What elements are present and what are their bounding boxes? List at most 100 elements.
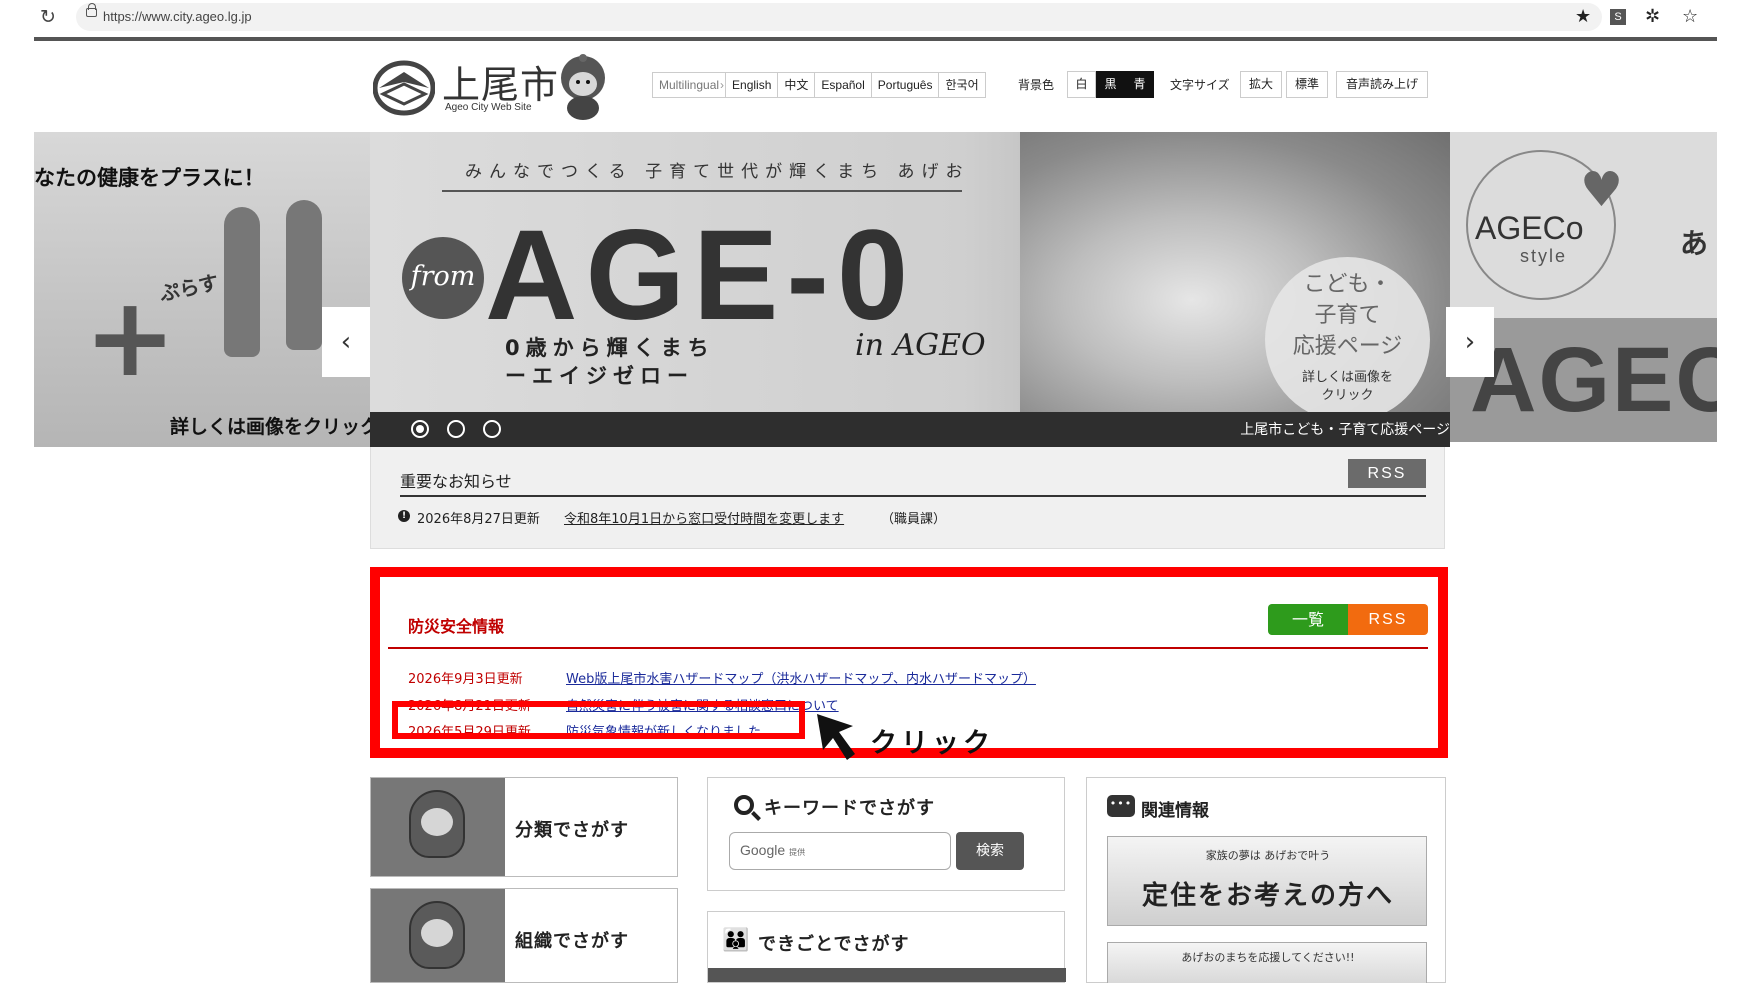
bg-black-button[interactable]: 黒 <box>1096 71 1125 98</box>
organization-search-label: 組織でさがす <box>515 931 629 952</box>
badge-line: 応援ページ <box>1292 334 1403 359</box>
speech-button[interactable]: 音声読み上げ <box>1336 71 1428 98</box>
carousel-slide-ageco[interactable]: ♥ AGECo style あ AGEC <box>1450 132 1717 442</box>
in-ageo-text: in AGEO <box>855 328 986 363</box>
ageco-style: style <box>1520 246 1568 266</box>
info-icon: ! <box>398 510 410 522</box>
disaster-list-button[interactable]: 一覧 <box>1268 604 1348 635</box>
notice-department: （職員課） <box>881 512 947 527</box>
search-input[interactable]: Google 提供 <box>729 832 951 870</box>
reload-icon[interactable]: ↻ <box>40 6 56 28</box>
chat-bubble-icon: ••• <box>1107 795 1135 817</box>
notice-divider <box>400 495 1426 497</box>
extensions-puzzle-icon[interactable]: ✲ <box>1645 6 1660 27</box>
from-badge: from <box>402 237 484 319</box>
font-standard-button[interactable]: 標準 <box>1286 71 1328 98</box>
age0-logo-text: AGE-0 <box>485 204 917 347</box>
lang-korean[interactable]: 한국어 <box>939 73 984 97</box>
carousel-slide-age0[interactable]: みんなでつくる 子育て世代が輝くまち あげお from AGE-0 0歳から輝く… <box>370 132 1450 447</box>
carousel-slide-health[interactable]: なたの健康をプラスに！ + ぷらす 詳しくは画像をクリック <box>34 132 370 447</box>
city-emblem-icon[interactable] <box>373 60 435 116</box>
lock-icon[interactable] <box>86 3 97 17</box>
support-page-badge: こども・ 子育て 応援ページ 詳しくは画像を クリック <box>1265 257 1430 422</box>
life-event-search-title: できごとでさがす <box>758 934 910 955</box>
organization-search-card[interactable]: 組織でさがす <box>370 888 678 983</box>
tagline-rule <box>442 190 962 192</box>
life-event-search-card[interactable]: 👪 できごとでさがす <box>707 911 1066 983</box>
carousel-dot-2[interactable] <box>447 420 465 438</box>
lang-english[interactable]: English <box>726 73 779 97</box>
search-button[interactable]: 検索 <box>956 832 1024 870</box>
runner-figure <box>224 207 260 357</box>
bg-blue-button[interactable]: 青 <box>1125 71 1154 98</box>
slide-tagline: みんなでつくる 子育て世代が輝くまち あげお <box>465 162 970 182</box>
badge-line: こども・ <box>1303 272 1392 297</box>
browser-toolbar: ↻ https://www.city.ageo.lg.jp ★ S ✲ ☆ <box>0 0 1747 38</box>
mascot-thumbnail <box>371 778 505 876</box>
font-enlarge-button[interactable]: 拡大 <box>1240 71 1282 98</box>
click-instruction: クリック <box>870 728 994 759</box>
search-provided-label: 提供 <box>789 848 806 857</box>
list-item: 2026年9月3日更新 Web版上尾市水害ハザードマップ（洪水ハザードマップ、内… <box>408 668 1036 687</box>
health-click-text: 詳しくは画像をクリック <box>170 416 370 438</box>
important-notice-panel: 重要なお知らせ RSS ! 2026年8月27日更新 令和8年10月1日から窓口… <box>370 447 1445 549</box>
disaster-rss-button[interactable]: RSS <box>1348 604 1428 635</box>
disaster-title: 防災安全情報 <box>408 617 505 636</box>
carousel-prev-button[interactable]: ‹ <box>322 307 370 377</box>
related-info-card: ••• 関連情報 家族の夢は あげおで叶う 定住をお考えの方へ あげおのまちを応… <box>1086 777 1446 983</box>
settlement-banner[interactable]: 家族の夢は あげおで叶う 定住をお考えの方へ <box>1107 836 1427 926</box>
address-bar[interactable] <box>76 3 1602 31</box>
lang-multilingual[interactable]: Multilingual <box>653 73 727 97</box>
age0-reading: ーエイジゼロー <box>505 364 694 388</box>
carousel-next-button[interactable]: › <box>1446 307 1494 377</box>
bg-white-button[interactable]: 白 <box>1067 71 1096 98</box>
disaster-divider <box>388 647 1428 649</box>
notice-date: 2026年8月27日更新 <box>417 512 540 527</box>
age0-subtitle: 0歳から輝くまち <box>505 336 715 360</box>
font-size-label: 文字サイズ <box>1170 78 1230 92</box>
extension-s-icon[interactable]: S <box>1610 9 1626 25</box>
keyword-search-title: キーワードでさがす <box>764 798 935 819</box>
language-selector: Multilingual › English 中文 Español Portug… <box>652 72 986 98</box>
category-search-card[interactable]: 分類でさがす <box>370 777 678 877</box>
carousel-dot-1[interactable] <box>411 420 429 438</box>
favorites-icon[interactable]: ☆ <box>1682 6 1698 27</box>
site-logo-text[interactable]: 上尾市 <box>442 54 559 109</box>
ageco-big-text: AGEC <box>1470 329 1717 431</box>
keyword-search-card: キーワードでさがす Google 提供 検索 <box>707 777 1065 891</box>
life-event-tabs <box>708 968 1066 982</box>
notice-link[interactable]: 令和8年10月1日から窓口受付時間を変更します <box>564 508 844 527</box>
lang-spanish[interactable]: Español <box>815 73 872 97</box>
carousel-dot-3[interactable] <box>483 420 501 438</box>
highlight-box <box>392 701 805 739</box>
notice-rss-button[interactable]: RSS <box>1348 459 1426 488</box>
bookmark-star-icon[interactable]: ★ <box>1575 6 1591 27</box>
bg-color-label: 背景色 <box>1018 78 1055 92</box>
related-info-title: 関連情報 <box>1141 801 1209 821</box>
toolbar-divider <box>34 37 1717 41</box>
people-icon: 👪 <box>722 928 750 953</box>
ageco-a-char: あ <box>1680 227 1709 260</box>
settlement-banner-title: 定住をお考えの方へ <box>1141 881 1394 911</box>
ageco-logo: AGECo <box>1475 210 1584 246</box>
support-town-banner[interactable]: あげおのまちを応援してください!! <box>1107 942 1427 983</box>
search-icon <box>734 795 754 815</box>
category-search-label: 分類でさがす <box>515 820 629 841</box>
mascot-thumbnail <box>371 889 505 982</box>
mascot-icon <box>561 54 605 120</box>
mouse-cursor-icon <box>817 714 855 760</box>
lang-portuguese[interactable]: Português <box>872 73 940 97</box>
item-date: 2026年9月3日更新 <box>408 672 523 687</box>
site-logo-subtitle: Ageo City Web Site <box>445 102 532 113</box>
url-text[interactable]: https://www.city.ageo.lg.jp <box>103 9 252 24</box>
heart-icon: ♥ <box>1580 162 1624 218</box>
carousel-caption: 上尾市こども・子育て応援ページ <box>1240 422 1450 438</box>
item-link[interactable]: Web版上尾市水害ハザードマップ（洪水ハザードマップ、内水ハザードマップ） <box>566 668 1036 687</box>
runner-figure <box>286 200 322 350</box>
support-town-banner-text: あげおのまちを応援してください!! <box>1181 951 1355 964</box>
badge-subline: 詳しくは画像を <box>1301 370 1393 385</box>
notice-title: 重要なお知らせ <box>400 472 512 491</box>
health-headline: なたの健康をプラスに！ <box>34 166 265 190</box>
lang-chinese[interactable]: 中文 <box>778 73 816 97</box>
badge-line: 子育て <box>1314 303 1381 328</box>
